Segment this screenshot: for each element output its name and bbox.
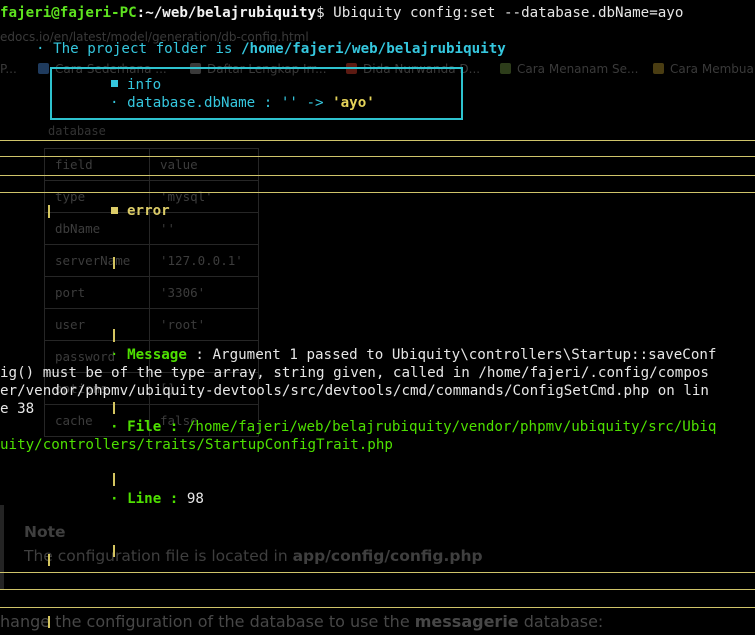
error-file-path: /home/fajeri/web/belajrubiquity/vendor/p…	[186, 419, 717, 435]
error-frame-bar	[113, 402, 115, 414]
terminal-command: Ubiquity config:set --database.dbName=ay…	[324, 5, 684, 21]
change-db-prefix: hange the configuration of the database …	[0, 612, 415, 631]
bookmark-label: Cara Membua	[670, 62, 754, 76]
error-frame-line	[0, 607, 755, 608]
change-db-suffix: database:	[518, 612, 604, 631]
error-line-number: · Line : 98	[110, 490, 204, 508]
prompt-user-host: fajeri@fajeri-PC	[0, 5, 137, 21]
error-message-line-3: er/vendor/phpmv/ubiquity-devtools/src/de…	[0, 383, 709, 399]
table-cell: 'root'	[149, 308, 259, 341]
error-frame-bar	[113, 257, 115, 269]
error-frame-bar	[48, 554, 50, 566]
bookmark-label: Cara Menanam Se...	[517, 62, 639, 76]
table-row: serverName '127.0.0.1'	[44, 244, 259, 277]
note-config-path: app/config/config.php	[292, 547, 483, 565]
change-db-text: hange the configuration of the database …	[0, 612, 603, 631]
error-frame-line	[0, 140, 755, 141]
error-message-line-2: ig() must be of the type array, string g…	[0, 365, 709, 381]
bookmark-label: P...	[0, 62, 17, 76]
table-cell: '127.0.0.1'	[149, 244, 259, 277]
error-frame-line	[0, 175, 755, 176]
info-line-prefix: · database.dbName : '' ->	[110, 95, 333, 111]
error-message-line-4: e 38	[0, 401, 35, 417]
project-folder-line: · The project folder is /home/fajeri/web…	[36, 40, 506, 58]
error-frame-bar	[113, 545, 115, 557]
table-cell: serverName	[44, 244, 150, 277]
table-cell: '3306'	[149, 276, 259, 309]
project-folder-prefix: · The project folder is	[36, 41, 241, 57]
table-row: port '3306'	[44, 276, 259, 309]
error-bullet-icon	[111, 207, 118, 214]
error-file-line-2: uity/controllers/traits/StartupConfigTra…	[0, 437, 393, 453]
error-message-bullet: ·	[110, 347, 128, 363]
error-frame-bar	[113, 329, 115, 342]
error-frame-bar	[48, 616, 50, 628]
puzzle-icon	[38, 63, 49, 74]
error-frame-line	[0, 192, 755, 193]
error-file-label: · File :	[110, 419, 187, 435]
error-message-label: Message	[127, 347, 187, 363]
error-line-value: 98	[186, 491, 204, 507]
error-frame-bar	[113, 473, 115, 486]
note-text-prefix: The configuration file is located in	[24, 547, 293, 565]
terminal-prompt-line: fajeri@fajeri-PC:~/web/belajrubiquity$ U…	[0, 4, 683, 22]
note-text: The configuration file is located in app…	[24, 547, 483, 565]
leaf-icon	[653, 63, 664, 74]
note-accent-bar	[0, 505, 4, 589]
prompt-separator: :	[136, 5, 146, 21]
error-frame-bar	[48, 205, 50, 218]
error-frame-line	[0, 589, 755, 590]
leaf-icon	[500, 63, 511, 74]
error-message-separator: :	[186, 347, 213, 363]
info-bullet-icon	[111, 80, 118, 87]
error-message-text: Argument 1 passed to Ubiquity\controller…	[212, 347, 717, 363]
error-frame-line	[0, 572, 755, 573]
error-line-label: · Line :	[110, 491, 187, 507]
bookmark-item[interactable]: Cara Menanam Se...	[500, 62, 638, 76]
error-frame-line	[0, 156, 755, 157]
info-title: info	[127, 77, 162, 93]
table-cell: user	[44, 308, 150, 341]
info-line: · database.dbName : '' -> 'ayo'	[110, 94, 375, 112]
bookmark-item[interactable]: Cara Membua	[653, 62, 754, 76]
prompt-path: ~/web/belajrubiquity	[145, 5, 317, 21]
table-cell: port	[44, 276, 150, 309]
db-table-caption: database	[48, 124, 106, 138]
table-row: user'root'	[44, 308, 259, 341]
error-title: error	[127, 203, 170, 219]
error-file-line-1: · File : /home/fajeri/web/belajrubiquity…	[110, 418, 716, 436]
change-db-name: messagerie	[414, 612, 519, 631]
prompt-symbol: $	[316, 5, 325, 21]
note-title: Note	[24, 523, 66, 541]
info-line-value: 'ayo'	[332, 95, 375, 111]
error-message-line-1: · Message : Argument 1 passed to Ubiquit…	[110, 346, 716, 364]
project-folder-path: /home/fajeri/web/belajrubiquity	[241, 41, 506, 57]
